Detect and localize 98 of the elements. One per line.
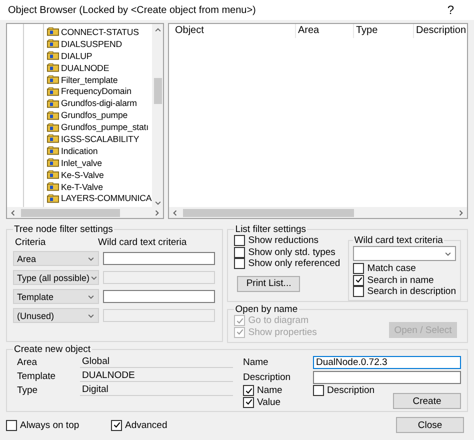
checkbox-label: Show only std. types [248, 246, 336, 258]
checkbox-label: Show properties [248, 326, 317, 338]
group-title: List filter settings [234, 224, 308, 235]
checkbox[interactable] [234, 258, 246, 270]
checkbox-label: Show only referenced [248, 258, 340, 270]
folder-icon [47, 134, 59, 144]
scroll-thumb[interactable] [154, 78, 162, 104]
checkbox[interactable] [111, 420, 122, 430]
readonly-field: DUALNODE [80, 370, 233, 382]
window-title: Object Browser (Locked by <Create object from menu>) [8, 4, 256, 16]
criteria-dropdown[interactable]: Area [13, 251, 99, 266]
folder-icon [47, 98, 59, 108]
create-button[interactable]: Create [393, 393, 461, 409]
tree-item[interactable]: Grundfos_pumpe [61, 110, 128, 120]
description-field[interactable] [313, 371, 461, 384]
column-header[interactable]: Description [414, 24, 467, 38]
field-label: Name [243, 357, 270, 368]
checkbox-label: Advanced [125, 420, 168, 430]
horizontal-scrollbar[interactable] [169, 207, 467, 218]
tree-item[interactable]: Grundfos_pumpe_statı [61, 122, 148, 132]
column-label: Criteria [14, 237, 47, 248]
scroll-thumb[interactable] [21, 208, 120, 216]
folder-icon [47, 182, 59, 192]
folder-icon [47, 86, 59, 96]
folder-icon [47, 27, 59, 36]
column-label: Wild card text criteria [98, 237, 187, 248]
column-header[interactable]: Type [354, 24, 414, 38]
print-list-button[interactable]: Print List... [237, 276, 300, 292]
wildcard-field[interactable] [103, 252, 215, 265]
field-label: Template [16, 370, 57, 382]
folder-icon [47, 63, 59, 72]
tree-item[interactable]: DIALSUSPEND [61, 38, 122, 49]
readonly-field: Digital [80, 384, 233, 396]
close-button[interactable]: Close [396, 417, 464, 433]
tree-item[interactable]: Inlet_valve [61, 158, 102, 168]
help-button[interactable]: ? [435, 3, 466, 17]
checkbox[interactable] [234, 246, 246, 258]
checkbox[interactable] [353, 263, 364, 274]
tree-item[interactable]: FrequencyDomain [61, 86, 132, 96]
tree-item[interactable]: Indication [61, 146, 98, 156]
checkbox[interactable] [6, 420, 17, 430]
tree-item[interactable]: CONNECT-STATUS [61, 26, 139, 37]
folder-icon [47, 51, 59, 60]
field-label: Description [243, 372, 292, 383]
folder-icon [47, 146, 59, 156]
checkmark-icon [112, 421, 120, 429]
checkbox[interactable] [243, 396, 254, 408]
scroll-thumb[interactable] [183, 208, 354, 216]
scroll-right-icon [457, 208, 465, 216]
group-title: Open by name [234, 304, 299, 315]
scroll-right-icon [153, 208, 161, 216]
tree-item[interactable]: Filter_template [61, 74, 118, 84]
checkbox-label: Search in description [367, 286, 456, 298]
scroll-up-icon [154, 26, 162, 34]
checkbox[interactable] [353, 274, 364, 286]
wildcard-field[interactable] [103, 290, 215, 303]
checkbox[interactable] [353, 286, 364, 298]
checkbox-label: Always on top [20, 420, 80, 430]
criteria-dropdown[interactable]: Template [13, 289, 99, 304]
tree-item[interactable]: Ke-S-Valve [61, 170, 104, 180]
folder-icon [47, 158, 59, 168]
checkbox-label: Go to diagram [248, 315, 308, 326]
group-title: Wild card text criteria [353, 235, 444, 246]
checkmark-icon [354, 276, 363, 284]
field-label: Type [16, 384, 39, 396]
checkbox[interactable] [313, 385, 324, 396]
checkbox-label: Description [327, 385, 375, 396]
tree-item[interactable]: DIALUP [61, 50, 92, 61]
column-header[interactable]: Object [173, 24, 296, 38]
folder-icon [47, 170, 59, 180]
tree-item[interactable]: IGSS-SCALABILITY [61, 134, 140, 144]
scroll-left-icon [171, 208, 179, 216]
folder-icon [47, 75, 59, 84]
horizontal-scrollbar[interactable] [7, 207, 163, 218]
tree-item[interactable]: LAYERS-COMMUNICA [61, 193, 152, 204]
checkbox-label: Value [257, 396, 281, 408]
tree-item[interactable]: Ke-T-Valve [61, 182, 103, 192]
folder-icon [47, 122, 59, 132]
folder-icon [47, 194, 59, 203]
vertical-scrollbar[interactable] [152, 24, 163, 207]
checkbox-label: Name [257, 385, 282, 396]
tree-item[interactable]: DUALNODE [61, 62, 110, 73]
group-title: Tree node filter settings [13, 224, 114, 235]
field-label: Area [16, 356, 38, 368]
tree-item[interactable]: Grundfos-digi-alarm [61, 98, 137, 108]
column-header[interactable]: Area [296, 24, 354, 38]
checkbox-label: Search in name [367, 274, 434, 286]
folder-icon [47, 110, 59, 120]
checkbox[interactable] [234, 235, 246, 246]
checkbox-label: Show reductions [248, 235, 319, 246]
checkbox-label: Match case [367, 263, 416, 274]
scroll-down-icon [154, 199, 162, 207]
scroll-left-icon [9, 208, 17, 216]
readonly-field: Global [80, 356, 233, 368]
group-title: Create new object [13, 344, 92, 355]
checkbox[interactable] [243, 385, 254, 396]
name-field[interactable]: DualNode.0.72.3 [313, 356, 461, 369]
folder-icon [47, 39, 59, 48]
